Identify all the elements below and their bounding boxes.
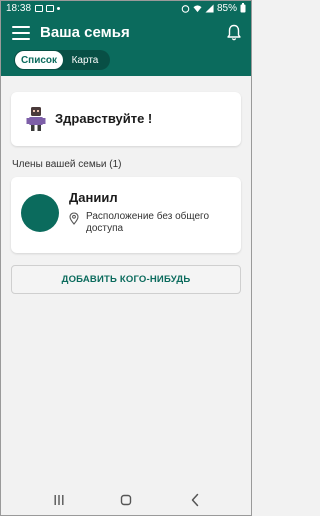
notification-icon	[46, 4, 55, 12]
view-tabs: Список Карта	[14, 50, 110, 70]
status-bar: 18:38 85%	[0, 0, 252, 16]
status-time: 18:38	[6, 2, 32, 14]
back-icon[interactable]	[190, 493, 200, 507]
menu-icon[interactable]	[12, 26, 30, 40]
status-right: 85%	[181, 3, 246, 14]
wifi-icon	[193, 4, 202, 12]
bell-icon[interactable]	[226, 24, 242, 42]
recents-icon[interactable]	[53, 494, 65, 506]
notification-icons	[35, 4, 61, 12]
member-card[interactable]: Даниил Расположение без общего доступа	[11, 177, 241, 253]
welcome-card: Здравствуйте !	[11, 92, 241, 146]
home-icon[interactable]	[120, 494, 132, 506]
add-member-button[interactable]: ДОБАВИТЬ КОГО-НИБУДЬ	[11, 265, 241, 294]
member-location: Расположение без общего доступа	[86, 211, 210, 234]
member-name: Даниил	[69, 190, 118, 205]
system-nav-bar	[0, 484, 252, 516]
tab-map[interactable]: Карта	[63, 51, 107, 69]
avatar	[21, 194, 59, 232]
device-frame	[0, 0, 252, 516]
app-bar: Ваша семья Список Карта	[0, 16, 252, 76]
welcome-text: Здравствуйте !	[55, 111, 153, 126]
location-pin-icon	[69, 212, 79, 225]
tab-list[interactable]: Список	[15, 51, 63, 69]
notification-icon	[35, 4, 44, 12]
signal-icon	[205, 3, 214, 13]
battery-percent: 85%	[216, 2, 237, 14]
alarm-icon	[181, 4, 190, 13]
more-notifications-icon	[57, 6, 61, 10]
members-section-title: Члены вашей семьи (1)	[12, 159, 122, 170]
battery-icon	[240, 3, 246, 13]
page-title: Ваша семья	[40, 24, 130, 41]
robot-icon	[26, 107, 46, 131]
